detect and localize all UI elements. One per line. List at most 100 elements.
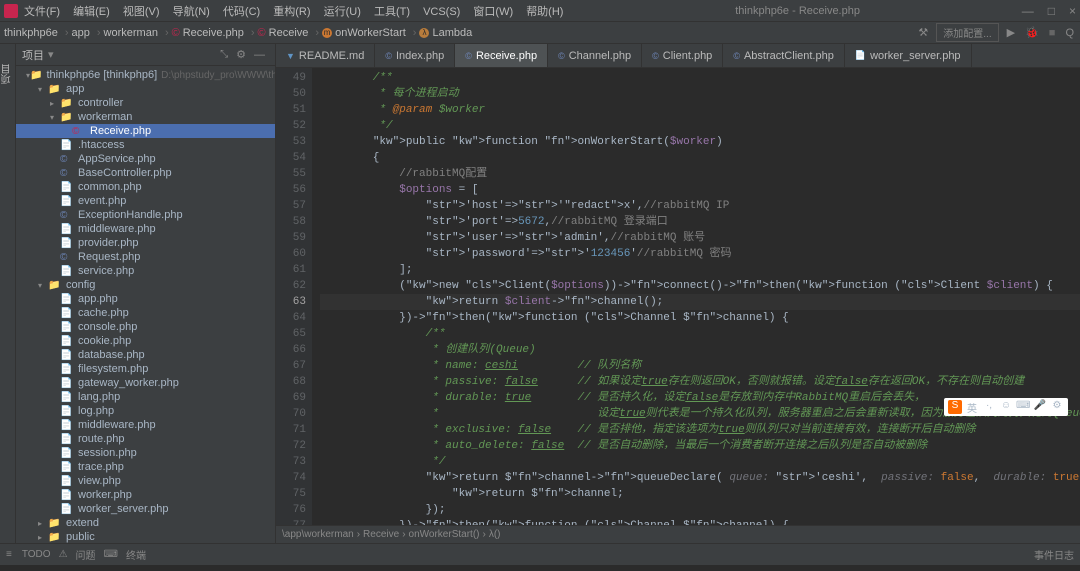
- tab-index[interactable]: ©Index.php: [375, 44, 455, 67]
- tree-extend[interactable]: ▸📁extend: [16, 516, 275, 530]
- tab-readme[interactable]: ▼README.md: [276, 44, 375, 67]
- tree-middleware-cfg[interactable]: 📄middleware.php: [16, 418, 275, 432]
- tree-gateway-worker[interactable]: 📄gateway_worker.php: [16, 376, 275, 390]
- chevron-right-icon: ›: [165, 27, 169, 39]
- menubar: 文件(F) 编辑(E) 视图(V) 导航(N) 代码(C) 重构(R) 运行(U…: [24, 3, 573, 19]
- method-icon: m: [322, 28, 332, 38]
- debug-button[interactable]: 🐞: [1023, 24, 1041, 41]
- tree-controller[interactable]: ▸📁controller: [16, 96, 275, 110]
- gutter[interactable]: 4950515253545556575859606162636465666768…: [276, 68, 312, 525]
- tree-worker[interactable]: 📄worker.php: [16, 488, 275, 502]
- tree-service[interactable]: 📄service.php: [16, 264, 275, 278]
- minimize-button[interactable]: —: [1022, 4, 1034, 18]
- run-config-dropdown[interactable]: 添加配置...: [936, 23, 998, 42]
- nav-project[interactable]: thinkphp6e: [4, 27, 58, 39]
- chevron-right-icon: ›: [413, 27, 417, 39]
- tree-exceptionhandle[interactable]: ©ExceptionHandle.php: [16, 208, 275, 222]
- bc-seg-1[interactable]: Receive: [363, 529, 399, 540]
- tree-root[interactable]: ▾📁thinkphp6e [thinkphp6]D:\phpstudy_pro\…: [16, 68, 275, 82]
- tree-workerman[interactable]: ▾📁workerman: [16, 110, 275, 124]
- tree-console[interactable]: 📄console.php: [16, 320, 275, 334]
- tab-abstractclient[interactable]: ©AbstractClient.php: [723, 44, 845, 67]
- tree-basecontroller[interactable]: ©BaseController.php: [16, 166, 275, 180]
- menu-refactor[interactable]: 重构(R): [273, 6, 310, 18]
- nav-lambda[interactable]: Lambda: [432, 27, 472, 39]
- tree-view[interactable]: 📄view.php: [16, 474, 275, 488]
- ime-mic-icon[interactable]: 🎤: [1033, 400, 1047, 414]
- tree-lang[interactable]: 📄lang.php: [16, 390, 275, 404]
- bc-seg-0[interactable]: \app\workerman: [282, 529, 354, 540]
- ime-keyboard-icon[interactable]: ⌨: [1016, 400, 1030, 414]
- tree-receive[interactable]: ©Receive.php: [16, 124, 275, 138]
- stop-button[interactable]: ■: [1047, 25, 1058, 41]
- tree-trace[interactable]: 📄trace.php: [16, 460, 275, 474]
- status-eventlog[interactable]: 事件日志: [1034, 547, 1074, 562]
- menu-navigate[interactable]: 导航(N): [173, 6, 210, 18]
- tree-public[interactable]: ▸📁public: [16, 530, 275, 543]
- status-todo[interactable]: TODO: [22, 549, 51, 560]
- ime-emoji-icon[interactable]: ☺: [999, 400, 1013, 414]
- menu-run[interactable]: 运行(U): [324, 6, 361, 18]
- ime-settings-icon[interactable]: ⚙: [1050, 400, 1064, 414]
- tree-app-php[interactable]: 📄app.php: [16, 292, 275, 306]
- sogou-icon[interactable]: S: [948, 400, 962, 414]
- tree-log[interactable]: 📄log.php: [16, 404, 275, 418]
- bc-seg-2[interactable]: onWorkerStart(): [409, 529, 480, 540]
- tree-event[interactable]: 📄event.php: [16, 194, 275, 208]
- tab-client[interactable]: ©Client.php: [642, 44, 723, 67]
- tab-worker-server[interactable]: 📄worker_server.php: [845, 44, 972, 67]
- tab-channel[interactable]: ©Channel.php: [548, 44, 642, 67]
- panel-settings-icon[interactable]: ⚙: [236, 48, 246, 61]
- menu-tools[interactable]: 工具(T): [374, 6, 410, 18]
- menu-edit[interactable]: 编辑(E): [73, 6, 110, 18]
- tree-common[interactable]: 📄common.php: [16, 180, 275, 194]
- menu-code[interactable]: 代码(C): [223, 6, 260, 18]
- breadcrumb-bottom[interactable]: \app\workerman› Receive› onWorkerStart()…: [276, 525, 1080, 543]
- status-terminal[interactable]: 终端: [126, 547, 146, 562]
- rail-project-label[interactable]: 项目: [0, 64, 15, 84]
- close-button[interactable]: ×: [1069, 4, 1076, 18]
- menu-view[interactable]: 视图(V): [123, 6, 160, 18]
- nav-class[interactable]: Receive: [269, 27, 309, 39]
- tree-cache[interactable]: 📄cache.php: [16, 306, 275, 320]
- menu-window[interactable]: 窗口(W): [473, 6, 513, 18]
- run-button[interactable]: ▶: [1005, 24, 1017, 41]
- menu-file[interactable]: 文件(F): [24, 6, 60, 18]
- nav-app[interactable]: app: [72, 27, 90, 39]
- panel-collapse-icon[interactable]: ⤡: [220, 49, 228, 60]
- tree-filesystem[interactable]: 📄filesystem.php: [16, 362, 275, 376]
- tree-database[interactable]: 📄database.php: [16, 348, 275, 362]
- ime-toolbar[interactable]: S 英 ·, ☺ ⌨ 🎤 ⚙: [944, 398, 1068, 416]
- tree-root-label: thinkphp6e [thinkphp6]: [46, 69, 157, 81]
- left-rail[interactable]: 项目: [0, 44, 16, 543]
- tree-appservice[interactable]: ©AppService.php: [16, 152, 275, 166]
- nav-method[interactable]: onWorkerStart: [335, 27, 406, 39]
- ime-lang[interactable]: 英: [965, 400, 979, 414]
- status-problems[interactable]: 问题: [76, 547, 96, 562]
- tree-cookie[interactable]: 📄cookie.php: [16, 334, 275, 348]
- tree-app[interactable]: ▾📁app: [16, 82, 275, 96]
- bc-seg-3[interactable]: λ(): [489, 529, 501, 540]
- ime-punct[interactable]: ·,: [982, 400, 996, 414]
- search-button[interactable]: Q: [1063, 25, 1076, 41]
- maximize-button[interactable]: □: [1048, 4, 1055, 18]
- tree-session[interactable]: 📄session.php: [16, 446, 275, 460]
- nav-workerman[interactable]: workerman: [104, 27, 158, 39]
- code-editor[interactable]: /** * 每个进程启动 * @param $worker */ "kw">pu…: [312, 68, 1080, 525]
- app-icon: [4, 4, 18, 18]
- tab-receive[interactable]: ©Receive.php: [455, 44, 548, 67]
- panel-hide-icon[interactable]: —: [254, 49, 265, 61]
- menu-help[interactable]: 帮助(H): [526, 6, 563, 18]
- panel-dropdown-icon[interactable]: ▾: [48, 48, 54, 61]
- hammer-icon[interactable]: ⚒: [916, 24, 930, 41]
- menu-vcs[interactable]: VCS(S): [423, 6, 460, 18]
- tree-route[interactable]: 📄route.php: [16, 432, 275, 446]
- tree-provider[interactable]: 📄provider.php: [16, 236, 275, 250]
- tree-request[interactable]: ©Request.php: [16, 250, 275, 264]
- tree-config[interactable]: ▾📁config: [16, 278, 275, 292]
- tree-middleware[interactable]: 📄middleware.php: [16, 222, 275, 236]
- tree-htaccess[interactable]: 📄.htaccess: [16, 138, 275, 152]
- tree-worker-server[interactable]: 📄worker_server.php: [16, 502, 275, 516]
- nav-file[interactable]: Receive.php: [183, 27, 244, 39]
- project-tree[interactable]: ▾📁thinkphp6e [thinkphp6]D:\phpstudy_pro\…: [16, 66, 275, 543]
